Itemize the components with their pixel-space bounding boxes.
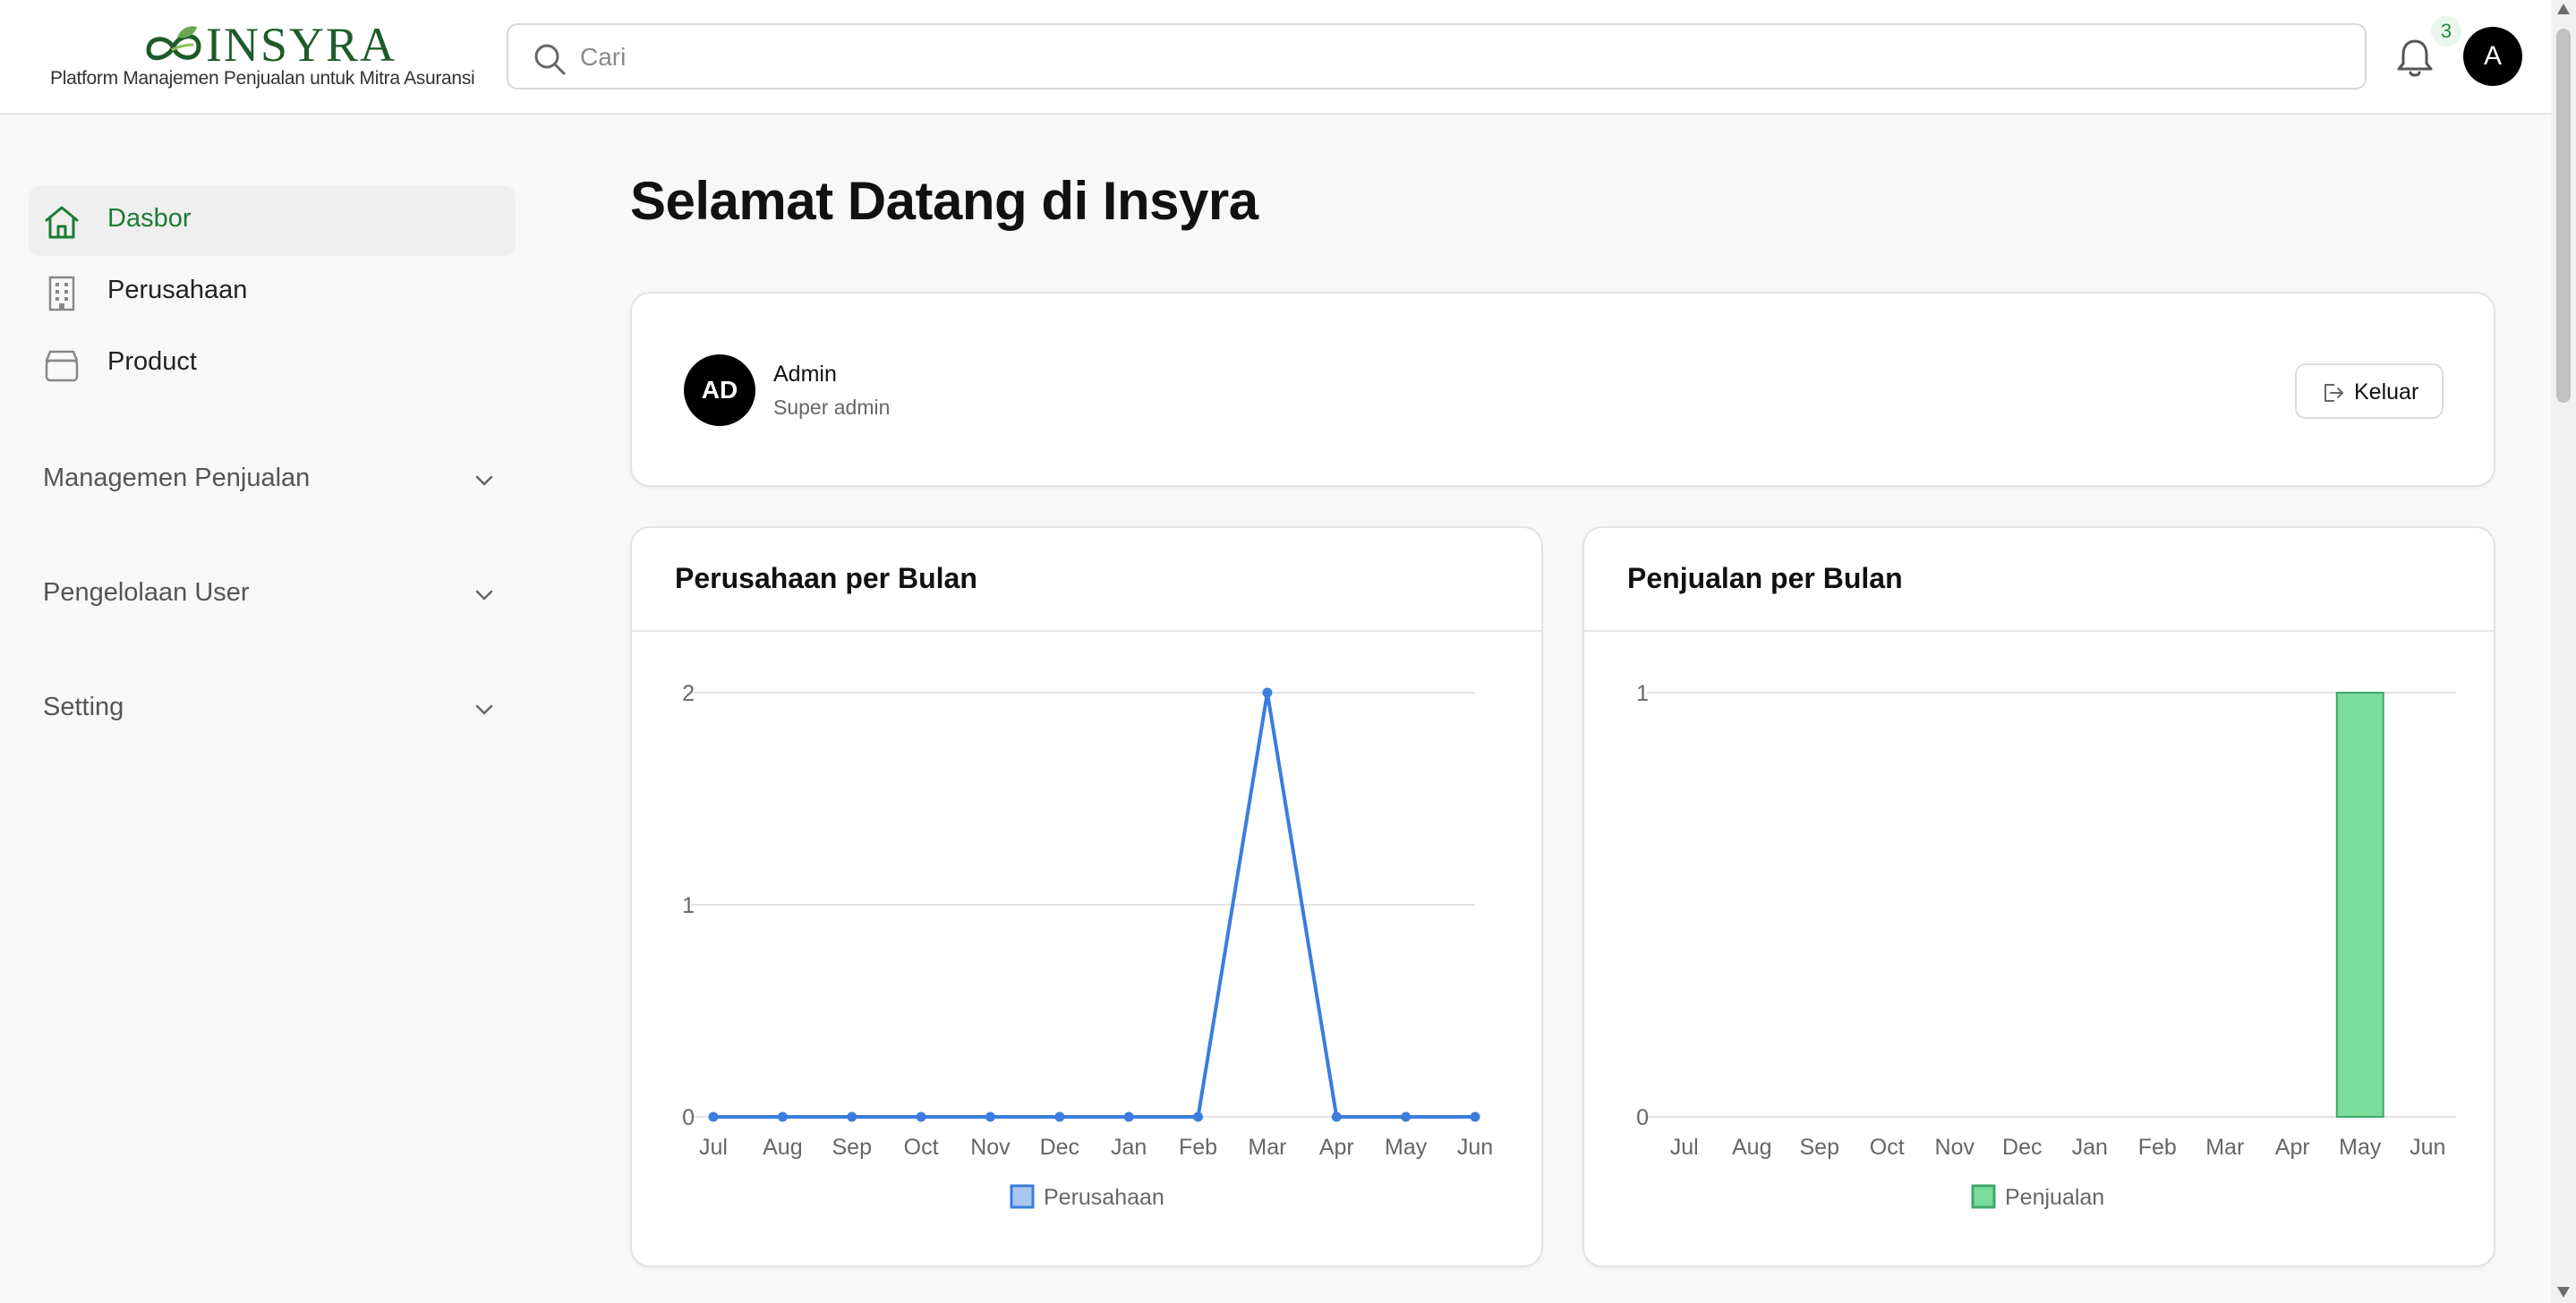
vertical-scrollbar[interactable] [2551,0,2576,1303]
x-tick-label: Sep [832,1135,871,1160]
data-point [1262,687,1273,698]
x-tick-label: Feb [2138,1135,2177,1160]
x-tick-label: Jan [1111,1135,1147,1160]
x-tick-label: Jun [2410,1135,2445,1160]
page-title: Selamat Datang di Insyra [630,171,1258,231]
sidebar-group-label: Pengelolaan User [43,578,250,607]
user-avatar[interactable]: A [2463,27,2522,86]
sidebar-item-perusahaan[interactable]: Perusahaan [29,258,516,328]
notification-bell-icon[interactable] [2395,38,2435,79]
x-tick-label: Aug [763,1135,802,1160]
sidebar-group-managemen-penjualan[interactable]: Managemen Penjualan [43,453,499,507]
sidebar-item-label: Product [107,347,197,376]
chevron-down-icon [475,704,493,715]
bar-chart: 0 1 Jul Aug Sep Oct Nov Dec Jan Feb Mar Apr May Jun Pe… [1636,681,2456,1210]
x-tick-label: Oct [1870,1135,1905,1160]
brand-tagline: Platform Manajemen Penjualan untuk Mitra… [50,68,475,89]
box-icon [45,350,79,382]
legend-swatch [1971,1184,1996,1209]
sidebar-item-label: Perusahaan [107,276,248,304]
x-tick-label: Nov [1935,1135,1975,1160]
x-tick-label: Apr [2275,1135,2310,1160]
y-tick-label: 1 [682,893,695,918]
search-input[interactable] [580,38,2281,77]
companies-per-month-chart-card: Perusahaan per Bulan 0 1 2 Jul Aug Sep Oct Nov D… [630,526,1543,1267]
notification-count-badge: 3 [2431,16,2461,47]
logout-icon [2324,384,2343,402]
y-tick-label: 0 [682,1105,695,1130]
x-tick-label: Mar [2205,1135,2244,1160]
scroll-thumb[interactable] [2556,29,2571,403]
sidebar-item-dasbor[interactable]: Dasbor [29,186,516,256]
x-tick-label: May [2339,1135,2382,1160]
data-point [1123,1111,1134,1122]
sidebar-item-product[interactable]: Product [29,329,516,399]
x-tick-label: Aug [1732,1135,1771,1160]
sidebar-group-pengelolaan-user[interactable]: Pengelolaan User [43,567,499,621]
home-icon [45,206,79,239]
data-point [1054,1111,1065,1122]
x-tick-label: Nov [970,1135,1011,1160]
x-tick-label: Jul [699,1135,728,1160]
infinity-leaf-logo-icon [146,26,201,61]
x-tick-label: Dec [2002,1135,2042,1160]
x-tick-label: Oct [904,1135,939,1160]
y-tick-label: 1 [1636,681,1649,706]
x-tick-label: Sep [1800,1135,1839,1160]
x-tick-label: Apr [1319,1135,1354,1160]
profile-role: Super admin [773,396,891,419]
sidebar-item-label: Dasbor [107,204,192,233]
scroll-up-arrow-icon[interactable] [2557,4,2570,14]
x-tick-label: Mar [1248,1135,1286,1160]
x-tick-label: Jun [1457,1135,1493,1160]
data-point [777,1111,788,1122]
chevron-down-icon [475,475,493,486]
chevron-down-icon [475,590,493,600]
sidebar-group-label: Managemen Penjualan [43,464,311,492]
x-tick-label: May [1385,1135,1428,1160]
legend-label: Penjualan [2005,1185,2104,1210]
line-chart: 0 1 2 Jul Aug Sep Oct Nov Dec Jan Feb Mar Apr May Jun P… [682,681,1493,1210]
data-point [1193,1111,1204,1122]
x-tick-label: Jan [2072,1135,2108,1160]
data-point [708,1111,719,1122]
profile-card: AD Admin Super admin Keluar [630,292,2495,487]
logout-button[interactable]: Keluar [2295,363,2444,419]
y-tick-label: 2 [682,681,695,706]
data-point [1331,1111,1342,1122]
profile-name: Admin [773,362,837,387]
data-point [847,1111,857,1122]
profile-avatar: AD [684,354,755,426]
data-point [985,1111,995,1122]
legend-swatch [1010,1184,1035,1209]
search-box[interactable] [507,23,2367,89]
data-point [916,1111,926,1122]
scroll-down-arrow-icon[interactable] [2557,1287,2570,1298]
building-icon [48,276,75,311]
x-tick-label: Dec [1040,1135,1079,1160]
sales-per-month-chart-card: Penjualan per Bulan 0 1 Jul Aug Sep Oct Nov Dec… [1582,526,2495,1267]
data-point [1401,1111,1412,1122]
x-tick-label: Feb [1179,1135,1217,1160]
x-tick-label: Jul [1670,1135,1699,1160]
brand-name: INSYRA [206,18,397,72]
sidebar-group-setting[interactable]: Setting [43,682,499,736]
legend-label: Perusahaan [1044,1185,1164,1210]
search-icon [534,44,566,75]
sidebar-group-label: Setting [43,693,124,721]
data-point [1470,1111,1480,1122]
top-header: INSYRA Platform Manajemen Penjualan untu… [0,0,2551,115]
y-tick-label: 0 [1636,1105,1649,1130]
bar [2335,692,2384,1118]
logout-label: Keluar [2354,379,2419,405]
